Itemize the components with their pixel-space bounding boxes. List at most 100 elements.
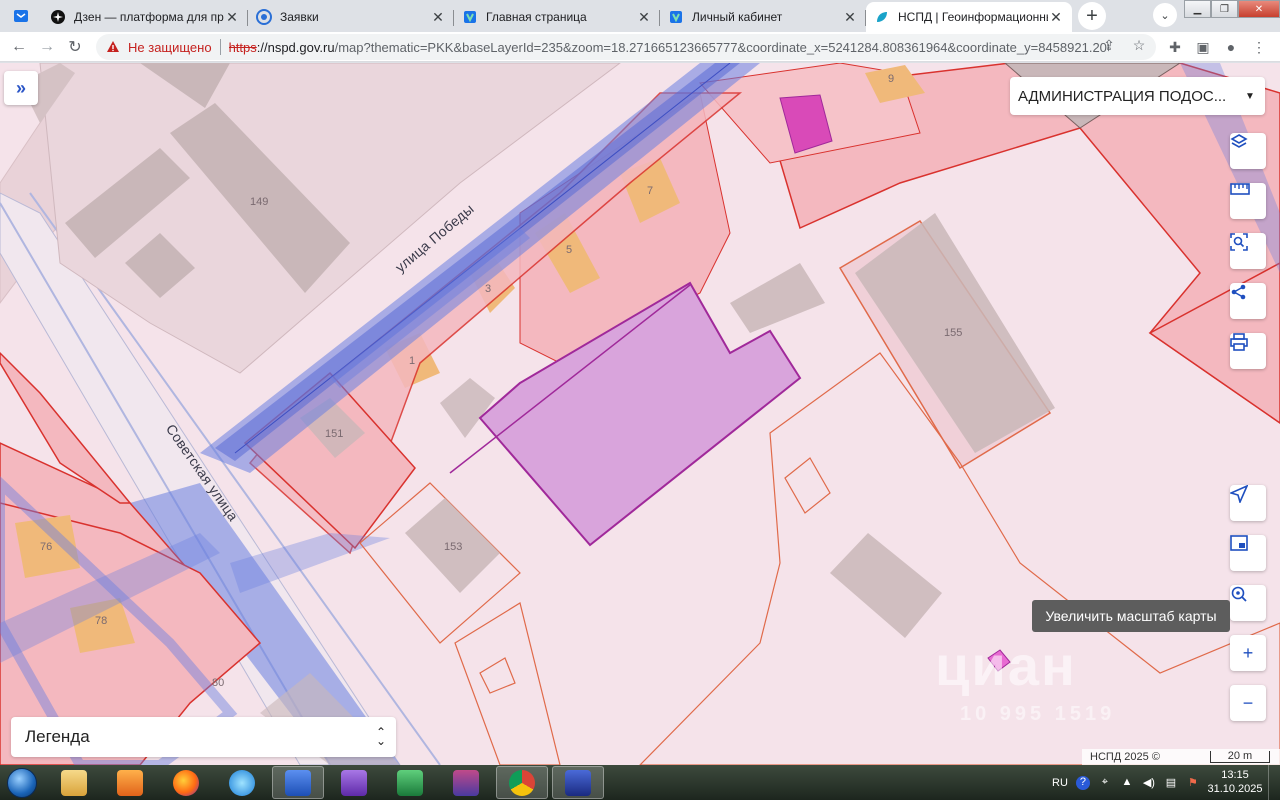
taskbar: RU ? ⌖ ▲ ◀) ▤ ⚑ 13:15 31.10.2025 xyxy=(0,765,1280,800)
language-indicator[interactable]: RU xyxy=(1052,777,1068,789)
start-button[interactable] xyxy=(0,765,44,800)
taskbar-word[interactable] xyxy=(272,766,324,799)
warning-icon xyxy=(107,41,119,52)
windows-logo-icon xyxy=(7,767,37,798)
share-button[interactable] xyxy=(1230,283,1266,319)
close-icon[interactable]: ✕ xyxy=(1048,9,1064,25)
layers-button[interactable] xyxy=(1230,133,1266,169)
tab-zayavki[interactable]: Заявки ✕ xyxy=(248,2,454,32)
share-icon[interactable]: ⇪ xyxy=(1100,37,1118,54)
extensions-icon[interactable]: ✚ xyxy=(1164,34,1186,60)
map-layers xyxy=(0,63,1280,765)
zoom-in-button[interactable]: + xyxy=(1230,635,1266,671)
tray-icon-pin[interactable]: ⌖ xyxy=(1098,776,1112,790)
taskbar-excel[interactable] xyxy=(384,766,436,799)
window-close-button[interactable]: ✕ xyxy=(1238,0,1280,18)
tab-strip: Дзен — платформа для просмотра ✕ Заявки … xyxy=(0,0,1280,32)
bookmark-star-icon[interactable]: ☆ xyxy=(1130,37,1148,54)
parcel-label: 7 xyxy=(647,185,654,197)
clock-date: 31.10.2025 xyxy=(1207,783,1263,795)
area-search-button[interactable] xyxy=(1230,233,1266,269)
ruler-icon xyxy=(1230,183,1250,195)
taskbar-winrar[interactable] xyxy=(440,766,492,799)
administration-select[interactable]: АДМИНИСТРАЦИЯ ПОДОС... ▼ xyxy=(1010,77,1265,115)
word-icon xyxy=(285,769,311,796)
window-controls: ▁ ❐ ✕ xyxy=(1184,0,1280,18)
parcel-label: 151 xyxy=(325,428,344,440)
visual-studio-icon xyxy=(341,769,367,796)
security-label[interactable]: Не защищено xyxy=(128,40,212,55)
clock-time: 13:15 xyxy=(1221,769,1249,781)
picture-in-picture-icon xyxy=(1230,535,1248,551)
taskbar-visual-studio[interactable] xyxy=(328,766,380,799)
maximize-button[interactable]: ❐ xyxy=(1211,0,1238,18)
tab-search-chevron-icon[interactable]: ⌄ xyxy=(1153,3,1177,27)
parcel-label: 155 xyxy=(944,327,963,339)
parcel-label: 3 xyxy=(485,283,492,295)
taskbar-chrome[interactable] xyxy=(496,766,548,799)
parcel-label: 1 xyxy=(409,355,416,367)
media-player-icon xyxy=(117,769,143,796)
measure-button[interactable] xyxy=(1230,183,1266,219)
close-icon[interactable]: ✕ xyxy=(224,9,240,25)
close-icon[interactable]: ✕ xyxy=(430,9,446,25)
share-nodes-icon xyxy=(1231,284,1246,300)
zoom-to-area-button[interactable] xyxy=(1230,585,1266,621)
menu-kebab-icon[interactable]: ⋮ xyxy=(1248,34,1270,60)
zoom-out-button[interactable]: − xyxy=(1230,685,1266,721)
parcel-label: 9 xyxy=(888,73,895,85)
taskbar-media-player[interactable] xyxy=(104,766,156,799)
address-bar[interactable]: Не защищено https://nspd.gov.ru/map?them… xyxy=(96,34,1156,60)
watermark-logo: циан xyxy=(935,634,1077,697)
minimap-button[interactable] xyxy=(1230,535,1266,571)
expand-panel-button[interactable]: » xyxy=(4,71,38,105)
print-button[interactable] xyxy=(1230,333,1266,369)
screen: Дзен — платформа для просмотра ✕ Заявки … xyxy=(0,0,1280,800)
tab-title: Главная страница xyxy=(486,10,587,24)
new-tab-button[interactable]: + xyxy=(1078,2,1106,30)
winrar-icon xyxy=(453,769,479,796)
minimize-button[interactable]: ▁ xyxy=(1184,0,1211,18)
taskbar-save-app[interactable] xyxy=(552,766,604,799)
close-icon[interactable]: ✕ xyxy=(636,9,652,25)
volume-icon[interactable]: ◀) xyxy=(1142,776,1156,790)
url-text[interactable]: https://nspd.gov.ru/map?thematic=PKK&bas… xyxy=(229,40,1109,55)
legend-select[interactable]: Легенда ⌃ ⌄ xyxy=(11,717,396,757)
taskbar-firefox[interactable] xyxy=(160,766,212,799)
show-desktop-button[interactable] xyxy=(1268,765,1280,800)
network-icon[interactable]: ▤ xyxy=(1164,776,1178,790)
tab-actions-icon[interactable] xyxy=(0,0,42,32)
tab-dzen[interactable]: Дзен — платформа для просмотра ✕ xyxy=(42,2,248,32)
forward-icon[interactable]: → xyxy=(33,33,61,61)
taskbar-ie[interactable] xyxy=(216,766,268,799)
map-canvas[interactable]: 149 9 7 5 3 1 151 155 153 76 78 80 улица… xyxy=(0,63,1280,765)
tray-expand-icon[interactable]: ▲ xyxy=(1120,776,1134,790)
clock[interactable]: 13:15 31.10.2025 xyxy=(1205,768,1265,796)
system-tray: RU ? ⌖ ▲ ◀) ▤ ⚑ xyxy=(1052,765,1200,800)
excel-icon xyxy=(397,769,423,796)
locate-button[interactable] xyxy=(1230,485,1266,521)
back-icon[interactable]: ← xyxy=(5,33,33,61)
tab-cabinet[interactable]: Личный кабинет ✕ xyxy=(660,2,866,32)
nspd-icon xyxy=(874,9,890,25)
emblem-icon xyxy=(462,9,478,25)
close-icon[interactable]: ✕ xyxy=(842,9,858,25)
side-panel-icon[interactable]: ▣ xyxy=(1192,34,1214,60)
navigation-arrow-icon xyxy=(1230,485,1248,503)
parcel-label: 153 xyxy=(444,541,463,553)
watermark-phone: 10 995 1519 xyxy=(960,703,1116,725)
scale-bar: 20 m xyxy=(1210,751,1270,763)
updown-chevron-icon: ⌃ ⌄ xyxy=(375,725,387,748)
tab-title: НСПД | Геоинформационный xyxy=(898,10,1048,24)
reload-icon[interactable]: ↻ xyxy=(61,33,89,61)
dzen-icon xyxy=(50,9,66,25)
profile-avatar-icon[interactable]: ● xyxy=(1220,34,1242,60)
legend-label: Легенда xyxy=(25,727,90,746)
floppy-disk-icon xyxy=(565,769,591,796)
tab-nspd[interactable]: НСПД | Геоинформационный ✕ xyxy=(866,2,1072,32)
taskbar-explorer[interactable] xyxy=(48,766,100,799)
tab-home[interactable]: Главная страница ✕ xyxy=(454,2,660,32)
parcel-label: 80 xyxy=(212,677,225,689)
flag-icon[interactable]: ⚑ xyxy=(1186,776,1200,790)
help-icon[interactable]: ? xyxy=(1075,775,1090,790)
